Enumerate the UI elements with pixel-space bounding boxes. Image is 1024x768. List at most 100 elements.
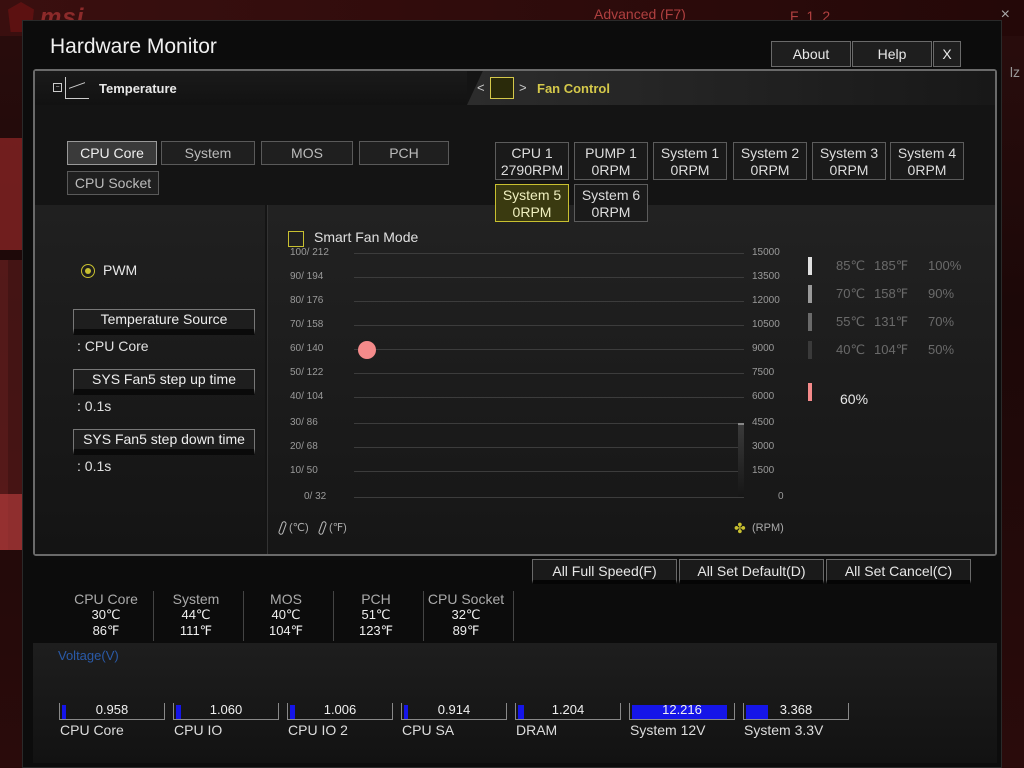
temp-source-pch[interactable]: PCH	[359, 141, 449, 165]
graph-rpm-tick: 9000	[752, 343, 775, 354]
help-button[interactable]: Help	[852, 41, 932, 67]
voltage-name: CPU IO 2	[288, 722, 348, 738]
legend-percent: 90%	[928, 286, 955, 301]
fan-button-system-2[interactable]: System 2 0RPM	[733, 142, 807, 180]
temp-source-cpu-socket[interactable]: CPU Socket	[67, 171, 159, 195]
temperature-chart-icon	[65, 77, 89, 99]
fan-rpm: 0RPM	[907, 162, 947, 178]
reading-fahrenheit: 89℉	[452, 623, 480, 638]
legend-bar	[808, 285, 812, 303]
reading-celsius: 44℃	[181, 607, 211, 622]
fan-curve-graph[interactable]	[354, 253, 744, 509]
fan-name: System 5	[502, 187, 562, 203]
all-set-default-button[interactable]: All Set Default(D)	[679, 559, 824, 584]
reading-name: MOS	[270, 591, 302, 607]
bios-side-accent	[0, 494, 24, 550]
voltage-name: System 3.3V	[744, 722, 824, 738]
voltage-bar-cpu-io: 1.060	[173, 702, 279, 720]
reading-celsius: 40℃	[271, 607, 301, 622]
graph-temp-tick: 70/ 158	[290, 319, 324, 330]
voltage-value: 1.060	[209, 702, 243, 717]
fan-name: PUMP 1	[585, 145, 637, 161]
hardware-monitor-dialog: Hardware Monitor About Help X − Temperat…	[22, 20, 1002, 768]
fan-prev-arrow-icon[interactable]: <	[477, 80, 485, 95]
all-set-cancel-button[interactable]: All Set Cancel(C)	[826, 559, 971, 584]
fan-button-system-5[interactable]: System 5 0RPM	[495, 184, 569, 222]
fan-curve-point[interactable]	[358, 341, 376, 359]
reading-fahrenheit: 104℉	[268, 623, 304, 638]
fan-rpm: 2790RPM	[500, 162, 564, 178]
rpm-unit: ✤ (RPM)	[734, 521, 784, 535]
fan-button-system-1[interactable]: System 1 0RPM	[653, 142, 727, 180]
voltage-name: CPU IO	[174, 722, 223, 738]
legend-celsius: 55℃	[836, 314, 866, 329]
graph-rpm-tick: 1500	[752, 465, 775, 476]
bios-close-icon[interactable]: ×	[1001, 6, 1010, 24]
fan-button-system-3[interactable]: System 3 0RPM	[812, 142, 886, 180]
reading-divider	[513, 591, 514, 641]
legend-percent: 50%	[928, 342, 955, 357]
graph-rpm-tick: 7500	[752, 367, 775, 378]
temp-reading-cpu-socket: CPU Socket 32℃ 89℉	[421, 591, 511, 641]
fan-next-arrow-icon[interactable]: >	[519, 80, 527, 95]
step-down-time-button[interactable]: SYS Fan5 step down time	[73, 429, 255, 455]
temp-reading-system: System 44℃ 111℉	[151, 591, 241, 641]
graph-gridline	[354, 325, 744, 326]
reading-name: PCH	[361, 591, 391, 607]
reading-name: CPU Socket	[427, 591, 505, 607]
graph-temp-tick: 50/ 122	[290, 367, 324, 378]
graph-gridline	[354, 497, 744, 498]
legend-fahrenheit: 185℉	[874, 258, 909, 273]
collapse-icon[interactable]: −	[53, 83, 62, 92]
legend-celsius: 40℃	[836, 342, 866, 357]
voltage-bar-dram: 1.204	[515, 702, 621, 720]
fan-name: System 1	[660, 145, 720, 161]
step-up-time-button[interactable]: SYS Fan5 step up time	[73, 369, 255, 395]
fan-button-system-6[interactable]: System 6 0RPM	[574, 184, 648, 222]
fan-name: System 4	[897, 145, 957, 161]
voltage-bar-cpu-core: 0.958	[59, 702, 165, 720]
smart-fan-mode-checkbox[interactable]	[288, 231, 304, 247]
step-down-time-value: : 0.1s	[77, 458, 112, 474]
pwm-radio[interactable]	[81, 264, 95, 278]
legend-percent: 70%	[928, 314, 955, 329]
graph-temp-tick: 20/ 68	[290, 441, 318, 452]
temperature-source-button[interactable]: Temperature Source	[73, 309, 255, 335]
fan-button-pump-1[interactable]: PUMP 1 0RPM	[574, 142, 648, 180]
monitor-panel: − Temperature < > Fan Control CPU Core S…	[33, 69, 997, 556]
voltage-value: 12.216	[662, 702, 702, 717]
graph-gridline	[354, 447, 744, 448]
fan-button-system-4[interactable]: System 4 0RPM	[890, 142, 964, 180]
fan-settings-panel: PWM Temperature Source : CPU Core SYS Fa…	[35, 205, 265, 554]
voltage-name: DRAM	[516, 722, 558, 738]
temperature-title: Temperature	[99, 81, 177, 96]
fan-name: System 6	[581, 187, 641, 203]
fan-icon: ✤	[734, 520, 746, 536]
bios-side-text: lz	[1009, 64, 1020, 80]
about-button[interactable]: About	[771, 41, 851, 67]
graph-gridline	[354, 471, 744, 472]
fan-rpm: 0RPM	[670, 162, 710, 178]
temp-source-mos[interactable]: MOS	[261, 141, 353, 165]
step-up-time-value: : 0.1s	[77, 398, 112, 414]
legend-current-bar	[808, 383, 812, 401]
close-button[interactable]: X	[933, 41, 961, 67]
temp-reading-cpu-core: CPU Core 30℃ 86℉	[61, 591, 151, 641]
graph-temp-tick: 10/ 50	[290, 465, 318, 476]
graph-gridline	[354, 253, 744, 254]
graph-rpm-tick: 12000	[752, 295, 780, 306]
celsius-unit: (℃)	[277, 520, 309, 536]
graph-gridline	[354, 373, 744, 374]
graph-gridline	[354, 349, 744, 350]
voltage-name: CPU Core	[60, 722, 124, 738]
graph-temp-tick: 90/ 194	[290, 271, 324, 282]
reading-fahrenheit: 123℉	[358, 623, 394, 638]
temp-source-system[interactable]: System	[161, 141, 255, 165]
graph-temp-tick: 0/ 32	[304, 491, 327, 502]
all-full-speed-button[interactable]: All Full Speed(F)	[532, 559, 677, 584]
voltage-bar-cpu-sa: 0.914	[401, 702, 507, 720]
fan-button-cpu-1[interactable]: CPU 1 2790RPM	[495, 142, 569, 180]
temp-source-cpu-core[interactable]: CPU Core	[67, 141, 157, 165]
voltage-value: 0.914	[437, 702, 471, 717]
graph-rpm-tick: 10500	[752, 319, 780, 330]
